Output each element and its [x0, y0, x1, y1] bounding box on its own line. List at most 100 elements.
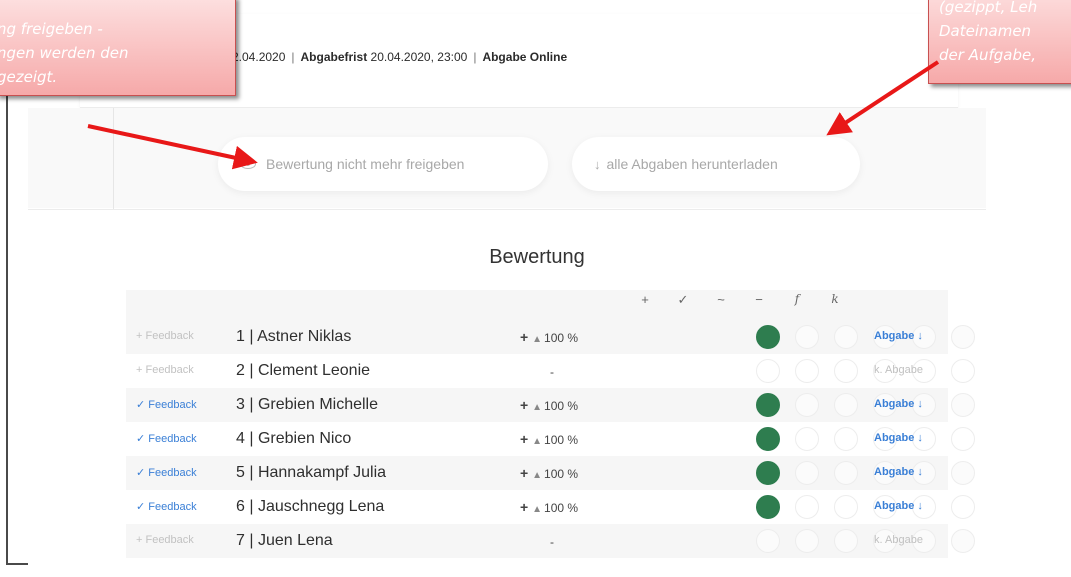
separator: |: [291, 50, 295, 64]
download-all-label: alle Abgaben herunterladen: [606, 156, 778, 172]
score-percent: 100 %: [544, 501, 579, 515]
feedback-link[interactable]: ✓ Feedback: [136, 500, 197, 513]
legend-minus: −: [755, 292, 763, 307]
grade-option-2[interactable]: [834, 529, 858, 553]
assignment-date: 2.04.2020: [232, 50, 286, 64]
annotation-callout-left: ng freigeben - ngen werden den gezeigt.: [0, 0, 236, 96]
student-name: 7 | Juen Lena: [236, 532, 333, 549]
score-cell: + ▲ 100 %: [504, 431, 594, 447]
score-cell: -: [504, 363, 594, 379]
deadline-label: Abgabefrist: [300, 50, 368, 64]
score-plus: +: [519, 431, 529, 447]
grade-option-2[interactable]: [834, 427, 858, 451]
score-cell: + ▲ 100 %: [504, 397, 594, 413]
grade-option-1[interactable]: [795, 529, 819, 553]
student-name: 5 | Hannakampf Julia: [236, 464, 387, 481]
grade-option-0[interactable]: [756, 529, 780, 553]
table-title: Bewertung: [489, 246, 585, 268]
table-row: + Feedback 7 | Juen Lena - k. Abgabe: [126, 524, 975, 558]
trend-triangle-icon: ▲: [532, 504, 543, 515]
trend-triangle-icon: ▲: [532, 402, 543, 413]
score-plus: +: [519, 397, 529, 413]
grade-option-1[interactable]: [795, 461, 819, 485]
feedback-link[interactable]: + Feedback: [136, 330, 194, 342]
download-arrow-icon: ↓: [594, 156, 601, 172]
deadline-value: 20.04.2020, 23:00: [370, 50, 468, 64]
grade-option-2[interactable]: [834, 359, 858, 383]
download-submission-link[interactable]: Abgabe ↓: [874, 466, 923, 478]
annotation-line: Dateinamen: [939, 22, 1032, 40]
table-row: + Feedback 2 | Clement Leonie - k. Abgabe: [126, 354, 975, 388]
student-name: 1 | Astner Niklas: [236, 328, 352, 345]
grade-option-5[interactable]: [951, 529, 975, 553]
assignment-info-line: 2.04.2020 | Abgabefrist 20.04.2020, 23:00 |…: [232, 50, 567, 64]
download-submission-link[interactable]: Abgabe ↓: [874, 432, 923, 444]
score-cell: + ▲ 100 %: [504, 499, 594, 515]
download-all-button[interactable]: ↓ alle Abgaben herunterladen: [572, 137, 860, 191]
grade-option-1[interactable]: [795, 359, 819, 383]
feedback-link[interactable]: ✓ Feedback: [136, 398, 197, 411]
feedback-link[interactable]: + Feedback: [136, 534, 194, 546]
feedback-link[interactable]: ✓ Feedback: [136, 466, 197, 479]
eye-icon: [240, 159, 256, 169]
legend-f: f: [794, 292, 800, 306]
score-percent: 100 %: [544, 467, 579, 481]
submission-mode: Abgabe Online: [482, 50, 568, 64]
grade-option-5[interactable]: [951, 359, 975, 383]
grade-option-1[interactable]: [795, 325, 819, 349]
grade-option-5[interactable]: [951, 427, 975, 451]
annotation-line: der Aufgabe,: [939, 46, 1036, 64]
grade-option-1[interactable]: [795, 495, 819, 519]
no-submission-label: k. Abgabe: [874, 534, 923, 546]
divider: [28, 209, 986, 210]
score-plus: +: [519, 465, 529, 481]
annotation-line: ng freigeben -: [0, 20, 103, 38]
legend-tilde: ~: [717, 292, 725, 307]
table-row: ✓ Feedback 6 | Jauschnegg Lena + ▲ 100 % Abga…: [126, 490, 975, 524]
grade-option-2[interactable]: [834, 461, 858, 485]
legend-k: k: [831, 292, 839, 306]
trend-triangle-icon: ▲: [532, 436, 543, 447]
divider: [113, 108, 114, 210]
score-cell: + ▲ 100 %: [504, 465, 594, 481]
separator: |: [473, 50, 477, 64]
legend-check: ✓: [677, 292, 689, 307]
grade-option-0[interactable]: [756, 359, 780, 383]
download-submission-link[interactable]: Abgabe ↓: [874, 330, 923, 342]
score-percent: -: [550, 365, 554, 379]
table-row: ✓ Feedback 5 | Hannakampf Julia + ▲ 100 % Abg…: [126, 456, 975, 490]
student-name: 2 | Clement Leonie: [236, 362, 371, 379]
grade-option-5[interactable]: [951, 325, 975, 349]
download-submission-link[interactable]: Abgabe ↓: [874, 500, 923, 512]
student-name: 4 | Grebien Nico: [236, 430, 352, 447]
annotation-line: ngen werden den: [0, 44, 129, 62]
grade-option-5[interactable]: [951, 495, 975, 519]
table-row: ✓ Feedback 3 | Grebien Michelle + ▲ 100 % Abg…: [126, 388, 975, 422]
grade-option-0[interactable]: [756, 427, 780, 451]
grade-option-0[interactable]: [756, 393, 780, 417]
no-submission-label: k. Abgabe: [874, 364, 923, 376]
grade-option-1[interactable]: [795, 393, 819, 417]
grade-option-2[interactable]: [834, 495, 858, 519]
grade-option-5[interactable]: [951, 393, 975, 417]
score-percent: 100 %: [544, 399, 579, 413]
grade-option-0[interactable]: [756, 325, 780, 349]
student-name: 6 | Jauschnegg Lena: [236, 498, 385, 515]
legend-plus: +: [641, 292, 649, 307]
annotation-line: gezeigt.: [0, 68, 58, 86]
grade-option-2[interactable]: [834, 325, 858, 349]
feedback-link[interactable]: ✓ Feedback: [136, 432, 197, 445]
grade-option-0[interactable]: [756, 495, 780, 519]
score-plus: +: [519, 499, 529, 515]
score-percent: 100 %: [544, 331, 579, 345]
table-row: ✓ Feedback 4 | Grebien Nico + ▲ 100 % Abgabe …: [126, 422, 975, 456]
grade-option-1[interactable]: [795, 427, 819, 451]
release-grading-button[interactable]: Bewertung nicht mehr freigeben: [218, 137, 548, 191]
grade-option-5[interactable]: [951, 461, 975, 485]
download-submission-link[interactable]: Abgabe ↓: [874, 398, 923, 410]
feedback-link[interactable]: + Feedback: [136, 364, 194, 376]
grade-option-2[interactable]: [834, 393, 858, 417]
grade-option-0[interactable]: [756, 461, 780, 485]
score-percent: -: [550, 535, 554, 549]
score-percent: 100 %: [544, 433, 579, 447]
